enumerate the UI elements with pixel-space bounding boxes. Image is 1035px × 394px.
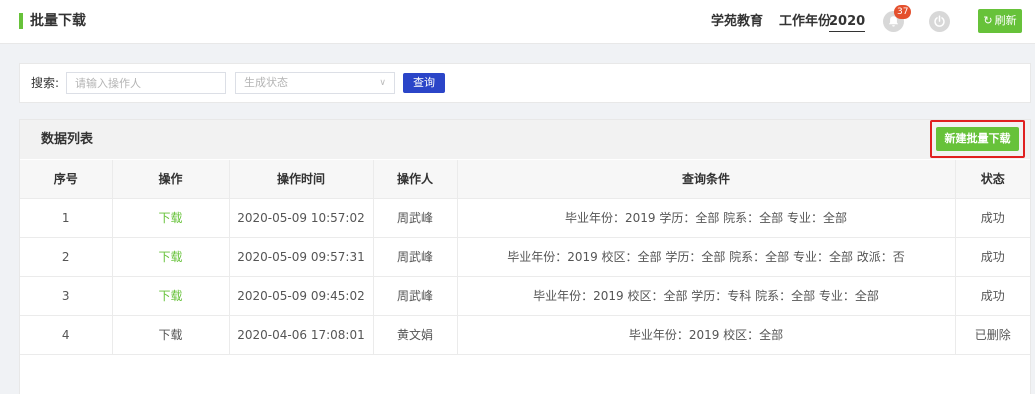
title-accent-bar	[19, 13, 23, 29]
power-icon	[934, 15, 945, 27]
row-conditions: 毕业年份：2019 校区：全部 学历：全部 院系：全部 专业：全部 改派：否	[457, 237, 956, 277]
org-name: 学苑教育	[711, 14, 764, 29]
page-title: 批量下载	[30, 13, 86, 29]
column-header-status: 状态	[955, 160, 1030, 199]
column-header-action: 操作	[112, 160, 230, 199]
table-row: 4 下载 2020-04-06 17:08:01 黄文娟 毕业年份：2019 校…	[20, 315, 1030, 355]
row-time: 2020-05-09 10:57:02	[229, 198, 374, 238]
row-index: 2	[20, 237, 113, 277]
chevron-down-icon: ∨	[379, 78, 386, 88]
download-link-disabled: 下载	[158, 328, 183, 342]
list-title: 数据列表	[41, 132, 94, 147]
column-header-time: 操作时间	[229, 160, 374, 199]
notification-count-badge: 37	[894, 5, 912, 19]
data-list-panel: 数据列表 新建批量下载 序号 操作 操作时间 操作人 查询条件 状态 1 下载 …	[19, 119, 1031, 394]
column-header-conditions: 查询条件	[457, 160, 956, 199]
search-panel: 搜索: 生成状态 ∨ 查询	[19, 63, 1031, 103]
row-index: 4	[20, 315, 113, 355]
query-button[interactable]: 查询	[403, 73, 445, 93]
row-conditions: 毕业年份：2019 校区：全部 学历：专科 院系：全部 专业：全部	[457, 276, 956, 316]
operator-search-input[interactable]	[66, 72, 226, 94]
row-time: 2020-04-06 17:08:01	[229, 315, 374, 355]
work-year-selector[interactable]: 2020	[829, 13, 866, 32]
row-status: 成功	[955, 237, 1030, 277]
logout-button[interactable]	[929, 11, 950, 32]
status-select[interactable]: 生成状态 ∨	[235, 72, 395, 94]
row-time: 2020-05-09 09:45:02	[229, 276, 374, 316]
top-bar: 批量下载 学苑教育 工作年份 2020 37 ↻ 刷新	[0, 0, 1035, 44]
row-operator: 周武峰	[373, 276, 458, 316]
row-time: 2020-05-09 09:57:31	[229, 237, 374, 277]
row-status: 已删除	[955, 315, 1030, 355]
refresh-icon: ↻	[983, 14, 993, 27]
row-conditions: 毕业年份：2019 校区：全部	[457, 315, 956, 355]
download-link[interactable]: 下载	[158, 250, 182, 264]
work-year-label: 工作年份	[779, 14, 832, 29]
row-status: 成功	[955, 198, 1030, 238]
list-header: 数据列表 新建批量下载	[20, 120, 1030, 159]
row-operator: 黄文娟	[373, 315, 458, 355]
status-select-placeholder: 生成状态	[244, 76, 288, 89]
download-link[interactable]: 下载	[158, 211, 182, 225]
refresh-button[interactable]: ↻ 刷新	[978, 9, 1022, 33]
column-header-index: 序号	[20, 160, 113, 199]
row-index: 1	[20, 198, 113, 238]
new-batch-download-button[interactable]: 新建批量下载	[936, 127, 1019, 151]
search-label: 搜索:	[31, 76, 60, 90]
table-row: 1 下载 2020-05-09 10:57:02 周武峰 毕业年份：2019 学…	[20, 198, 1030, 238]
refresh-label: 刷新	[994, 14, 1017, 27]
download-link[interactable]: 下载	[158, 289, 182, 303]
table-row: 2 下载 2020-05-09 09:57:31 周武峰 毕业年份：2019 校…	[20, 237, 1030, 277]
row-operator: 周武峰	[373, 198, 458, 238]
row-operator: 周武峰	[373, 237, 458, 277]
row-status: 成功	[955, 276, 1030, 316]
download-table: 序号 操作 操作时间 操作人 查询条件 状态 1 下载 2020-05-09 1…	[20, 160, 1030, 355]
row-index: 3	[20, 276, 113, 316]
row-conditions: 毕业年份：2019 学历：全部 院系：全部 专业：全部	[457, 198, 956, 238]
column-header-operator: 操作人	[373, 160, 458, 199]
table-header-row: 序号 操作 操作时间 操作人 查询条件 状态	[20, 160, 1030, 199]
table-row: 3 下载 2020-05-09 09:45:02 周武峰 毕业年份：2019 校…	[20, 276, 1030, 316]
